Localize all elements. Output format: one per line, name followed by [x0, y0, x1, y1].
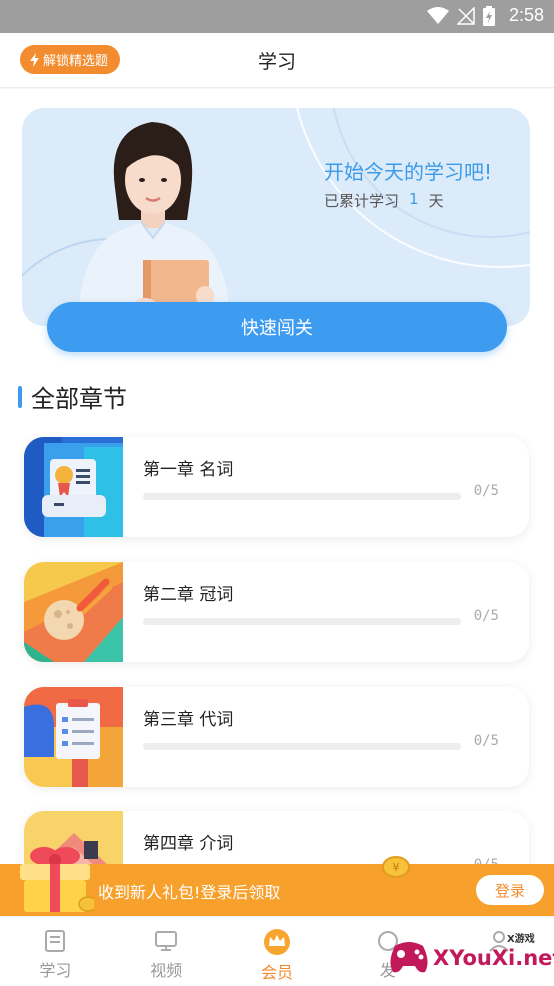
- coin-icon: ¥: [382, 856, 410, 878]
- section-title: 全部章节: [18, 379, 127, 414]
- app-header: 解锁精选题 学习: [0, 33, 554, 88]
- chapter-count: 0/5: [473, 608, 499, 624]
- planet-icon: [24, 562, 123, 662]
- student-illustration: [77, 122, 231, 326]
- watermark-small-text: X游戏: [507, 934, 535, 945]
- study-content[interactable]: 开始今天的学习吧! 已累计学习 1 天 快速闯关 全部章节 第一章 名词 0/5…: [0, 89, 554, 919]
- chapter-card[interactable]: 第三章 代词 0/5: [24, 687, 529, 787]
- chapter-card[interactable]: 第二章 冠词 0/5: [24, 562, 529, 662]
- clipboard-icon: [24, 687, 123, 787]
- tab-video[interactable]: 视频: [111, 917, 222, 986]
- status-bar: 2:58: [0, 0, 554, 33]
- tab-study[interactable]: 学习: [0, 917, 111, 986]
- monitor-icon: [155, 931, 178, 951]
- crown-icon: [263, 929, 290, 955]
- chapter-progress-bar: [143, 743, 461, 750]
- chapter-card[interactable]: 第一章 名词 0/5: [24, 437, 529, 537]
- site-watermark: X游戏 XYouXi.net: [385, 928, 554, 982]
- page-title: 学习: [257, 51, 296, 73]
- tab-label: 学习: [39, 961, 72, 980]
- chapter-progress-bar: [143, 618, 461, 625]
- chapter-name: 第一章 名词: [143, 460, 234, 480]
- chapter-count: 0/5: [473, 733, 499, 749]
- battery-charging-icon: [482, 5, 495, 26]
- status-time: 2:58: [508, 5, 544, 25]
- gift-banner-text: 收到新人礼包!登录后领取: [98, 883, 281, 902]
- chapter-name: 第四章 介词: [143, 834, 234, 854]
- tab-label: 会员: [260, 963, 293, 982]
- stat-suffix: 天: [428, 192, 444, 210]
- watermark-text: XYouXi.net: [433, 946, 554, 970]
- chapter-name: 第三章 代词: [143, 710, 234, 730]
- wifi-icon: [426, 6, 449, 24]
- stat-prefix: 已累计学习: [324, 192, 400, 210]
- tab-member[interactable]: 会员: [222, 917, 333, 986]
- section-accent-bar: [18, 385, 22, 408]
- login-button[interactable]: 登录: [476, 875, 544, 905]
- study-banner: 开始今天的学习吧! 已累计学习 1 天: [22, 108, 530, 326]
- book-icon: [45, 930, 66, 952]
- no-signal-icon: [456, 6, 475, 25]
- quick-challenge-button[interactable]: 快速闯关: [47, 302, 507, 352]
- chapter-name: 第二章 冠词: [143, 585, 234, 605]
- certificate-icon: [24, 437, 123, 537]
- gamepad-logo-icon: [390, 942, 428, 973]
- tab-label: 视频: [150, 961, 183, 980]
- gift-box-icon: [20, 847, 94, 912]
- stat-value: 1: [409, 190, 419, 208]
- section-title-text: 全部章节: [31, 385, 127, 413]
- chapter-progress-bar: [143, 493, 461, 500]
- banner-headline: 开始今天的学习吧!: [324, 160, 493, 184]
- chapter-count: 0/5: [473, 483, 499, 499]
- svg-text:¥: ¥: [393, 861, 400, 874]
- study-days-stat: 已累计学习 1 天: [324, 190, 444, 211]
